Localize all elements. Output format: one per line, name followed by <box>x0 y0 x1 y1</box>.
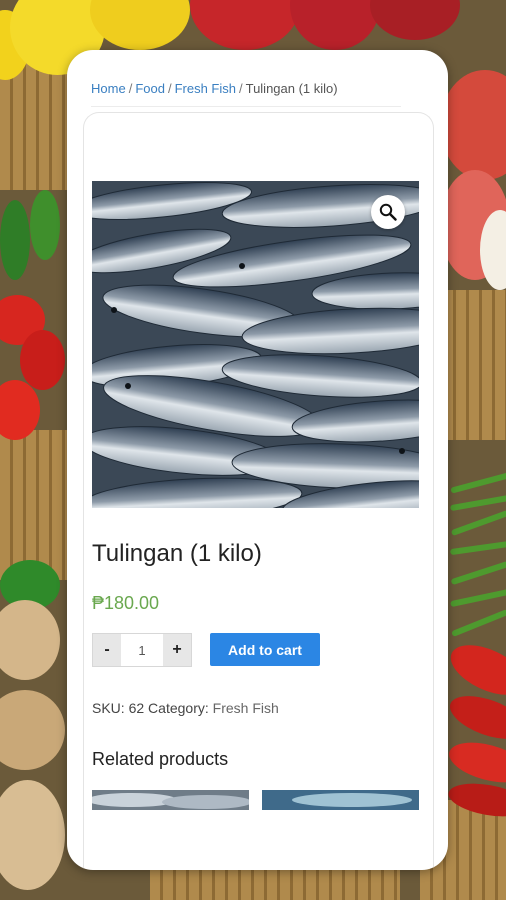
sku-label: SKU: <box>92 700 125 716</box>
breadcrumb-current: Tulingan (1 kilo) <box>245 81 338 96</box>
quantity-stepper: - + <box>92 633 192 667</box>
product-title: Tulingan (1 kilo) <box>92 540 262 567</box>
breadcrumb-separator: / <box>167 81 172 96</box>
breadcrumb-home-link[interactable]: Home <box>91 81 126 96</box>
breadcrumb-category-link[interactable]: Fresh Fish <box>175 81 236 96</box>
related-fish-photo <box>92 790 249 810</box>
breadcrumb-food-link[interactable]: Food <box>135 81 165 96</box>
related-product-thumbnail[interactable] <box>262 790 419 810</box>
related-fish-photo <box>262 790 419 810</box>
quantity-input[interactable] <box>121 634 163 666</box>
product-price: ₱180.00 <box>92 593 160 613</box>
fish-photo <box>92 181 419 508</box>
breadcrumb: Home / Food / Fresh Fish / Tulingan (1 kilo) <box>91 81 401 107</box>
add-to-cart-button[interactable]: Add to cart <box>210 633 320 666</box>
related-product-thumbnail[interactable] <box>92 790 249 810</box>
quantity-decrease-button[interactable]: - <box>93 634 121 666</box>
quantity-increase-button[interactable]: + <box>163 634 191 666</box>
category-link[interactable]: Fresh Fish <box>213 700 279 716</box>
product-image[interactable] <box>92 181 419 508</box>
category-label: Category: <box>148 700 209 716</box>
zoom-button[interactable] <box>371 195 405 229</box>
product-page-card: Home / Food / Fresh Fish / Tulingan (1 kilo) <box>67 50 448 870</box>
related-products-heading: Related products <box>92 749 229 769</box>
breadcrumb-separator: / <box>238 81 243 96</box>
product-meta: SKU: 62 Category: Fresh Fish <box>92 700 279 716</box>
breadcrumb-separator: / <box>128 81 133 96</box>
magnifier-icon <box>379 203 397 221</box>
sku-value: 62 <box>128 700 145 716</box>
